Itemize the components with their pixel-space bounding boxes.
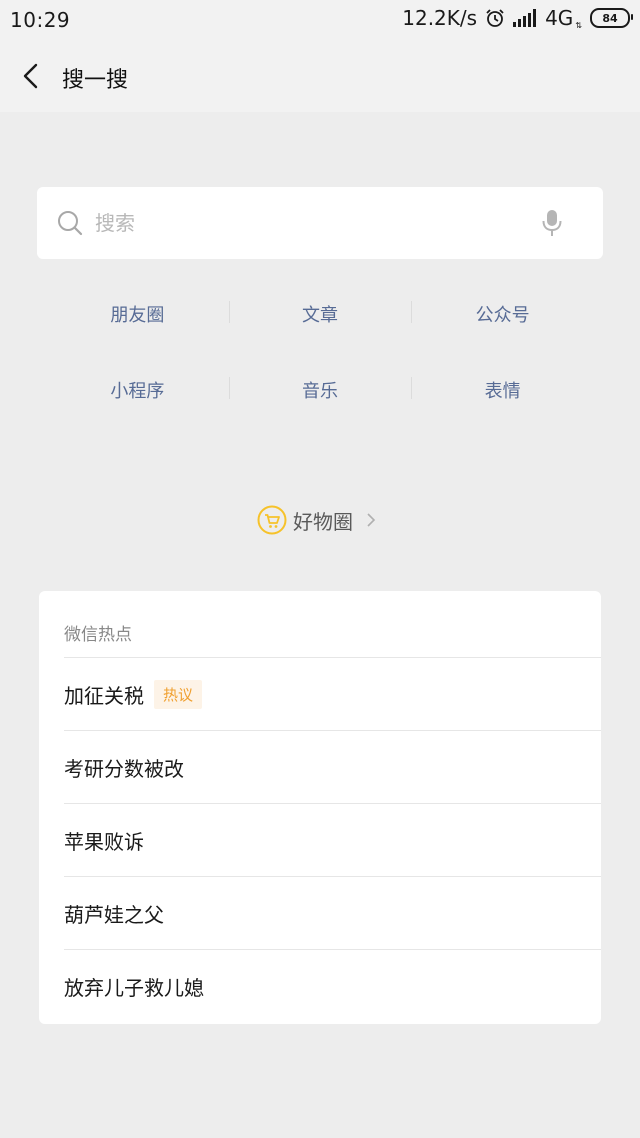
- category-music[interactable]: 音乐: [228, 377, 412, 403]
- goods-circle-link[interactable]: 好物圈: [257, 505, 377, 535]
- back-arrow-icon[interactable]: [18, 62, 46, 90]
- hot-topics-title: 微信热点: [64, 625, 132, 645]
- chevron-right-icon: [367, 513, 376, 527]
- search-input[interactable]: [95, 205, 515, 241]
- hot-topic-text: 考研分数被改: [64, 756, 184, 781]
- goods-circle-label: 好物圈: [293, 509, 353, 534]
- battery-level: 84: [602, 11, 618, 25]
- network-type: 4G ⇅: [545, 6, 582, 30]
- battery-icon: 84: [590, 8, 633, 28]
- nav-bar: 搜一搜: [0, 40, 640, 112]
- hot-topic-item[interactable]: 苹果败诉: [64, 803, 601, 876]
- category-stickers[interactable]: 表情: [411, 377, 594, 403]
- alarm-icon: [486, 9, 504, 27]
- hot-topics-panel: 微信热点 加征关税 热议 考研分数被改 苹果败诉 葫芦娃之父 放弃儿子救儿媳: [39, 591, 601, 1024]
- hot-topic-text: 加征关税: [64, 683, 144, 708]
- hot-topic-item[interactable]: 考研分数被改: [64, 730, 601, 803]
- category-row: 朋友圈 文章 公众号: [46, 276, 594, 352]
- search-categories: 朋友圈 文章 公众号 小程序 音乐 表情: [46, 276, 594, 428]
- category-articles[interactable]: 文章: [228, 301, 412, 327]
- status-time: 10:29: [10, 8, 71, 32]
- status-bar: 10:29 12.2K/s 4G ⇅ 84: [0, 0, 640, 40]
- category-moments[interactable]: 朋友圈: [46, 301, 229, 327]
- data-arrows-icon: ⇅: [575, 21, 582, 30]
- page-title: 搜一搜: [62, 68, 129, 93]
- hot-topic-item[interactable]: 放弃儿子救儿媳: [64, 949, 601, 1022]
- hot-topics-list: 加征关税 热议 考研分数被改 苹果败诉 葫芦娃之父 放弃儿子救儿媳: [64, 657, 601, 1022]
- hot-topic-text: 放弃儿子救儿媳: [64, 975, 204, 1000]
- hot-topic-tag: 热议: [154, 679, 203, 709]
- hot-topic-item[interactable]: 加征关税 热议: [64, 657, 601, 730]
- category-row: 小程序 音乐 表情: [46, 352, 594, 428]
- shopping-cart-icon: [257, 505, 287, 535]
- search-bar[interactable]: [37, 187, 603, 259]
- hot-topic-text: 苹果败诉: [64, 829, 144, 854]
- status-right-group: 12.2K/s 4G ⇅ 84: [402, 6, 633, 30]
- signal-icon: [513, 9, 537, 27]
- hot-topic-item[interactable]: 葫芦娃之父: [64, 876, 601, 949]
- hot-topic-text: 葫芦娃之父: [64, 902, 164, 927]
- network-speed: 12.2K/s: [402, 6, 478, 30]
- microphone-icon[interactable]: [542, 209, 562, 237]
- category-official-accounts[interactable]: 公众号: [411, 301, 594, 327]
- category-mini-programs[interactable]: 小程序: [46, 377, 229, 403]
- search-icon: [58, 211, 83, 236]
